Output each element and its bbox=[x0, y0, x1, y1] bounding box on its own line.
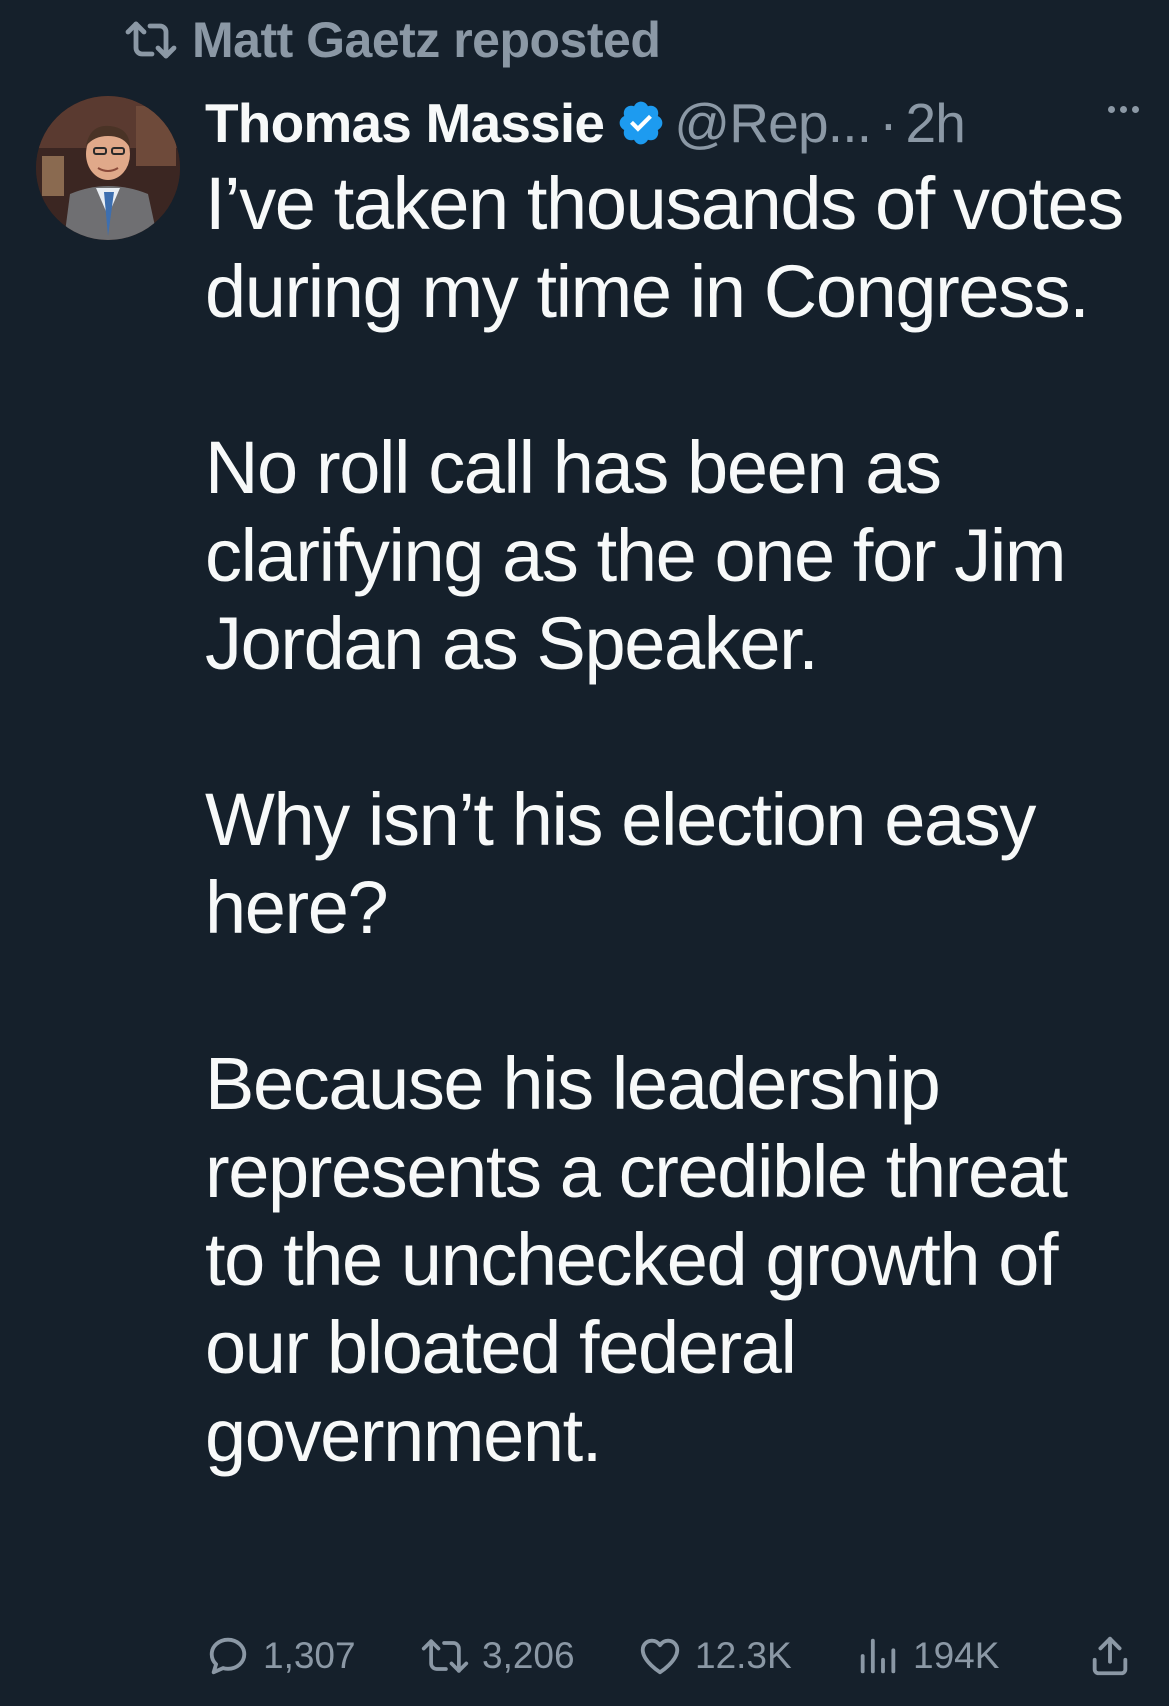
repost-icon bbox=[124, 20, 178, 60]
user-handle[interactable]: @Rep... bbox=[674, 91, 872, 155]
display-name[interactable]: Thomas Massie bbox=[205, 91, 605, 155]
tweet-paragraph: No roll call has been as clarifying as t… bbox=[205, 426, 1067, 685]
views-button[interactable]: 194K bbox=[855, 1620, 999, 1692]
more-options-icon[interactable] bbox=[1108, 106, 1139, 113]
repost-button[interactable]: 3,206 bbox=[420, 1620, 575, 1692]
tweet-actions: 1,307 3,206 12.3K 194K bbox=[205, 1620, 1135, 1692]
tweet-paragraph: Why isn’t his election easy here? bbox=[205, 778, 1036, 949]
views-chart-icon bbox=[855, 1633, 901, 1679]
verified-badge-icon[interactable] bbox=[616, 98, 666, 148]
like-button[interactable]: 12.3K bbox=[637, 1620, 792, 1692]
like-count: 12.3K bbox=[695, 1635, 792, 1676]
repost-count: 3,206 bbox=[482, 1635, 575, 1676]
reply-count: 1,307 bbox=[263, 1635, 356, 1676]
repost-banner-text: Matt Gaetz reposted bbox=[192, 12, 661, 68]
tweet-paragraph: I’ve taken thousands of votes during my … bbox=[205, 162, 1124, 333]
repost-icon bbox=[420, 1636, 470, 1676]
tweet-paragraph: Because his leadership represents a cred… bbox=[205, 1042, 1068, 1477]
timestamp[interactable]: 2h bbox=[906, 91, 966, 155]
heart-icon bbox=[637, 1633, 683, 1679]
share-button[interactable] bbox=[1087, 1620, 1133, 1692]
separator-dot: · bbox=[879, 92, 898, 154]
share-icon bbox=[1087, 1633, 1133, 1679]
user-avatar[interactable] bbox=[36, 96, 180, 240]
views-count: 194K bbox=[913, 1635, 1000, 1676]
tweet-text: I’ve taken thousands of votes during my … bbox=[205, 160, 1135, 1480]
reply-icon bbox=[205, 1633, 251, 1679]
tweet-header: Thomas Massie @Rep... · 2h bbox=[205, 88, 1145, 158]
reply-button[interactable]: 1,307 bbox=[205, 1620, 356, 1692]
repost-banner[interactable]: Matt Gaetz reposted bbox=[124, 8, 661, 72]
